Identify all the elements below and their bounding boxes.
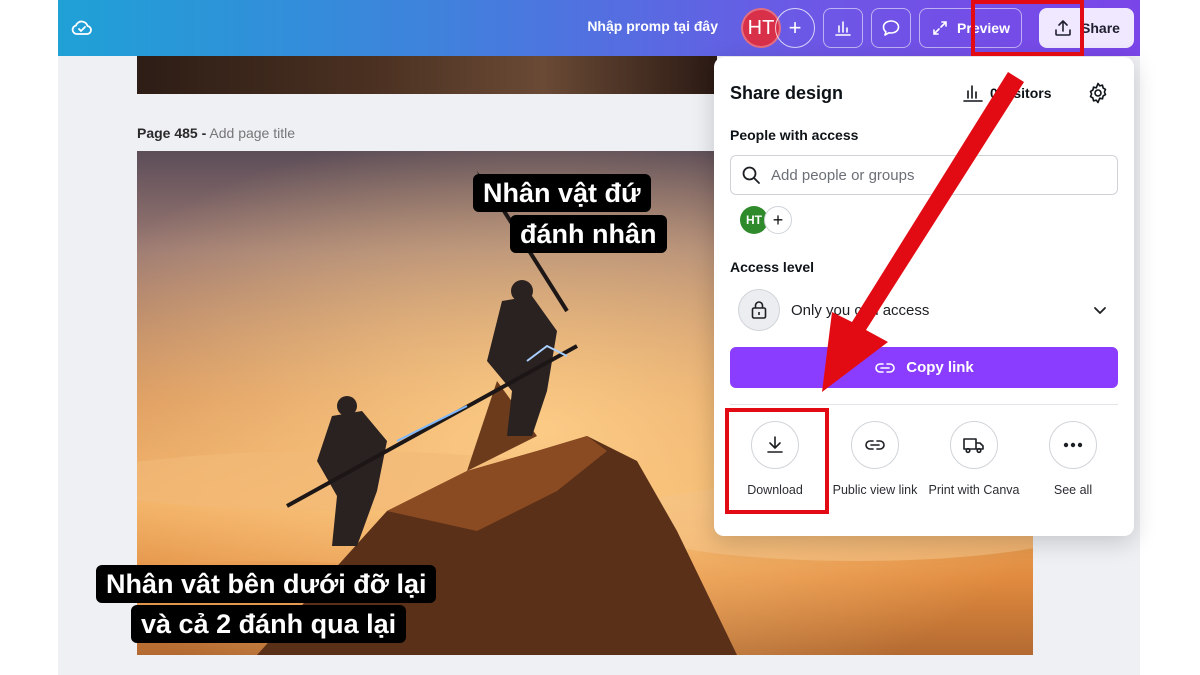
see-all-option[interactable]: See all bbox=[1023, 421, 1123, 498]
comment-button[interactable] bbox=[871, 8, 911, 48]
caption-bottom-line2[interactable]: và cả 2 đánh qua lại bbox=[131, 605, 407, 643]
insights-button[interactable] bbox=[823, 8, 863, 48]
public-view-link-option[interactable]: Public view link bbox=[825, 421, 925, 498]
divider bbox=[730, 404, 1118, 405]
cloud-saved-icon[interactable] bbox=[70, 16, 94, 40]
see-all-label: See all bbox=[1053, 483, 1093, 497]
bar-chart-icon bbox=[835, 21, 851, 36]
access-level-label: Access level bbox=[730, 259, 815, 275]
link-icon bbox=[875, 362, 896, 373]
caption-bottom-line1[interactable]: Nhân vât bên dưới đỡ lại bbox=[96, 565, 437, 603]
caption-top-line1[interactable]: Nhân vật đứ bbox=[473, 174, 651, 212]
more-icon bbox=[1049, 421, 1097, 469]
print-with-canva-option[interactable]: Print with Canva bbox=[924, 421, 1024, 498]
page-title-input[interactable]: Add page title bbox=[209, 125, 295, 141]
link-icon bbox=[851, 421, 899, 469]
screenshot: Nhập promp tại đây HT + Preview Share Pa… bbox=[0, 0, 1200, 675]
visitors-label: 0 visitors bbox=[990, 85, 1052, 101]
copy-link-label: Copy link bbox=[906, 359, 974, 376]
previous-page-image bbox=[137, 56, 717, 94]
expand-icon bbox=[933, 21, 947, 35]
access-level-select[interactable]: Only you can access bbox=[730, 287, 1118, 333]
print-with-canva-label: Print with Canva bbox=[928, 483, 1020, 497]
page-number: Page 485 - bbox=[137, 125, 207, 141]
download-highlight-box bbox=[725, 408, 829, 514]
bar-chart-icon bbox=[963, 85, 983, 102]
chevron-down-icon bbox=[1094, 307, 1106, 314]
search-icon bbox=[742, 166, 760, 184]
add-people-search[interactable] bbox=[730, 155, 1118, 195]
add-people-input[interactable] bbox=[771, 166, 1101, 184]
share-highlight-box bbox=[971, 0, 1084, 56]
share-label: Share bbox=[1081, 20, 1120, 36]
document-title[interactable]: Nhập promp tại đây bbox=[558, 18, 718, 34]
truck-icon bbox=[950, 421, 998, 469]
access-level-value: Only you can access bbox=[791, 301, 930, 319]
visitors-button[interactable]: 0 visitors bbox=[962, 83, 1051, 103]
lock-icon bbox=[738, 289, 780, 331]
share-panel-title: Share design bbox=[730, 83, 844, 103]
copy-link-button[interactable]: Copy link bbox=[730, 347, 1118, 388]
public-view-link-label: Public view link bbox=[832, 483, 918, 497]
settings-gear-icon[interactable] bbox=[1086, 81, 1110, 105]
caption-top-line2[interactable]: đánh nhân bbox=[510, 215, 667, 253]
add-member-button[interactable]: + bbox=[764, 206, 792, 234]
add-collaborator-button[interactable]: + bbox=[775, 8, 815, 48]
page-label: Page 485 - Add page title bbox=[137, 125, 295, 141]
comment-icon bbox=[882, 20, 900, 36]
people-with-access-label: People with access bbox=[730, 127, 859, 143]
